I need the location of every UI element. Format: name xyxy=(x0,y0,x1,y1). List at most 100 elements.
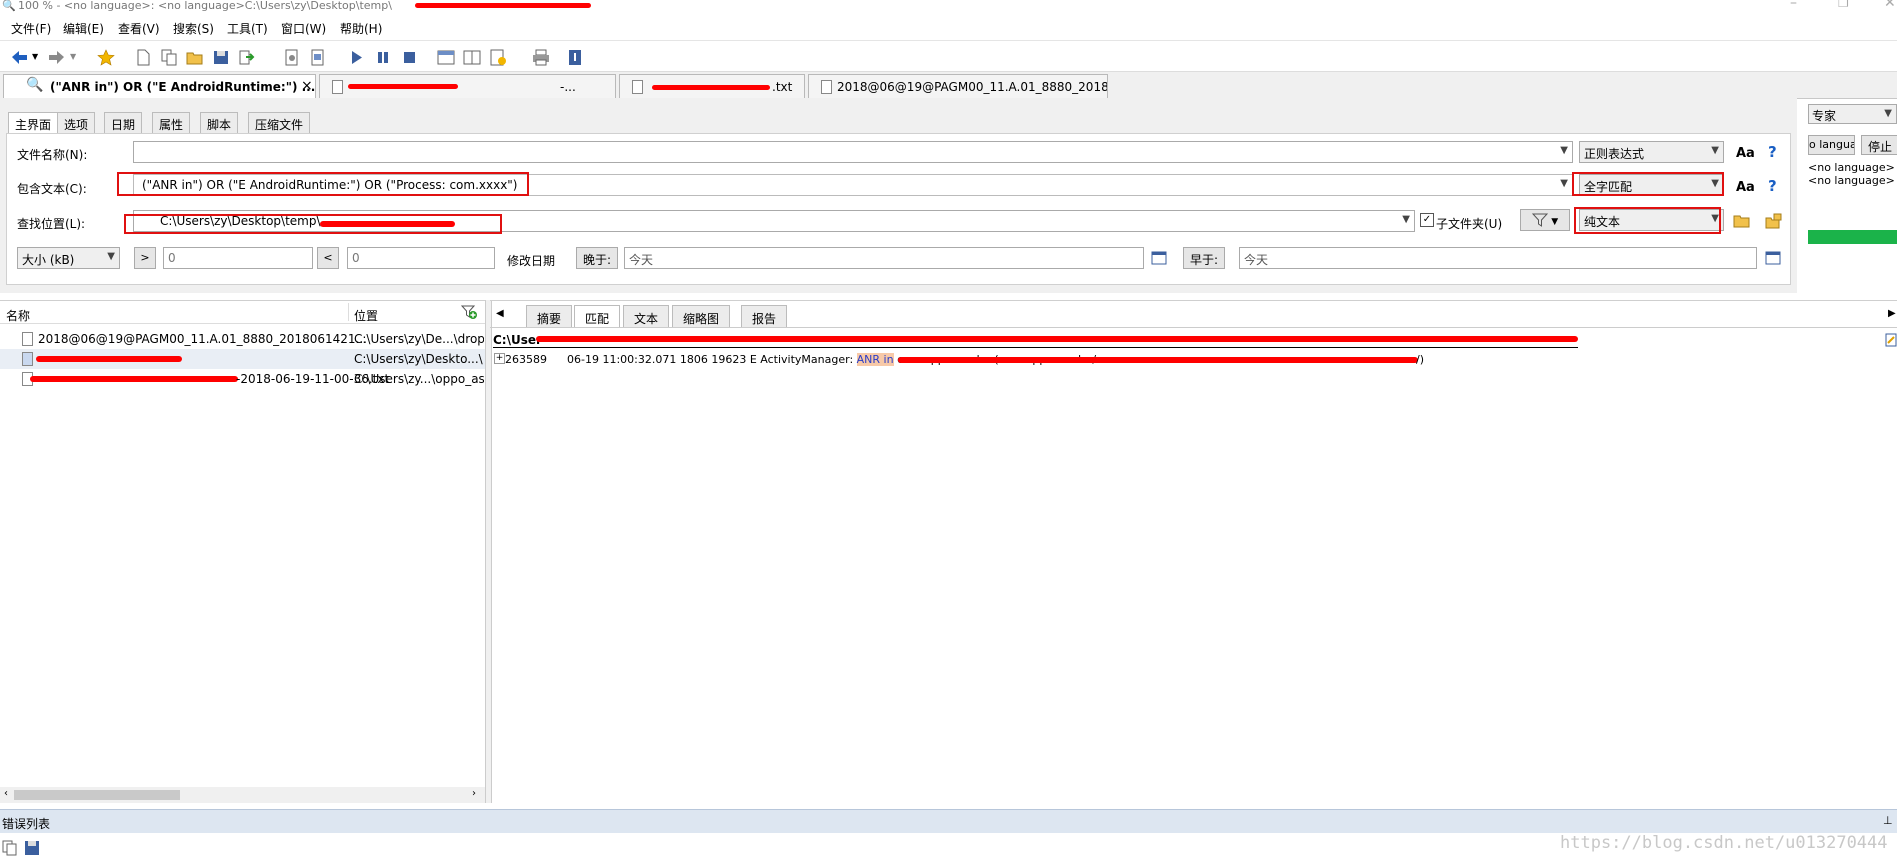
save-icon[interactable] xyxy=(212,49,230,66)
result-row[interactable]: 2018@06@19@PAGM00_11.A.01_8880_201806142… xyxy=(0,329,485,349)
file-icon xyxy=(22,352,33,366)
back-dropdown-icon[interactable]: ▼ xyxy=(32,52,38,61)
column-name-header[interactable]: 名称 xyxy=(6,307,30,324)
file-icon xyxy=(332,80,343,94)
filename-input[interactable]: ▼ xyxy=(133,141,1573,163)
error-list-title: 错误列表 xyxy=(2,817,51,831)
copy-icon[interactable] xyxy=(160,49,178,66)
match-line-end: /) xyxy=(1416,353,1424,366)
subtab-script[interactable]: 脚本 xyxy=(200,112,239,133)
subfolder-checkbox[interactable]: ✓ xyxy=(1420,213,1434,227)
filename-mode-select[interactable]: 正则表达式 ▼ xyxy=(1579,141,1724,163)
chevron-down-icon[interactable]: ▼ xyxy=(1560,178,1568,189)
pause-icon[interactable] xyxy=(374,49,392,66)
earlier-date-input[interactable]: 今天 xyxy=(1239,247,1757,269)
modified-date-label: 修改日期 xyxy=(507,254,556,268)
menu-file[interactable]: 文件(F) xyxy=(11,20,51,37)
document-settings-icon[interactable] xyxy=(283,49,301,66)
result-row[interactable]: -2018-06-19-11-00-36.txt C:\Users\zy...\… xyxy=(0,369,485,389)
forward-dropdown-icon[interactable]: ▼ xyxy=(70,52,76,61)
greater-than-button[interactable]: > xyxy=(134,247,156,269)
size-max-input[interactable]: 0 xyxy=(347,247,495,269)
export-icon[interactable] xyxy=(238,49,256,66)
app-icon: 🔍 xyxy=(2,0,16,12)
preview-tab-thumbnail[interactable]: 缩略图 xyxy=(672,305,731,327)
menu-window[interactable]: 窗口(W) xyxy=(281,20,326,37)
close-window-button[interactable]: ✕ xyxy=(1884,0,1896,11)
location-label: 查找位置(L): xyxy=(17,217,86,231)
preview-tab-matches[interactable]: 匹配 xyxy=(574,305,621,327)
filter-add-icon[interactable] xyxy=(461,304,477,320)
language-button[interactable]: o languag xyxy=(1808,135,1855,155)
scroll-left-icon[interactable]: ‹ xyxy=(4,788,8,799)
pin-icon[interactable]: ⊥ xyxy=(1883,814,1893,827)
match-case-icon[interactable]: Aa xyxy=(1736,146,1755,161)
scroll-tabs-right-icon[interactable]: ▶ xyxy=(1888,308,1896,319)
scroll-right-icon[interactable]: › xyxy=(472,788,476,799)
layout-split-icon[interactable] xyxy=(463,49,481,66)
book-help-icon[interactable] xyxy=(566,49,584,66)
copy-icon[interactable] xyxy=(2,840,18,856)
expand-icon[interactable]: + xyxy=(494,353,505,364)
options-list-icon[interactable] xyxy=(489,49,507,66)
document-view-icon[interactable] xyxy=(309,49,327,66)
result-location: C:\Users\zy\Deskto...\ xyxy=(354,352,483,366)
menu-help[interactable]: 帮助(H) xyxy=(340,20,382,37)
preview-tab-text[interactable]: 文本 xyxy=(623,305,670,327)
edit-pencil-icon[interactable] xyxy=(1885,333,1897,347)
language-status: <no language> xyxy=(1808,161,1895,174)
tab-file-2[interactable]: -... xyxy=(319,74,616,98)
help-icon[interactable]: ? xyxy=(1768,177,1777,195)
subtab-options[interactable]: 选项 xyxy=(57,112,96,133)
open-folder-icon[interactable] xyxy=(186,49,204,66)
menu-tools[interactable]: 工具(T) xyxy=(227,20,268,37)
preview-tab-report[interactable]: 报告 xyxy=(741,305,788,327)
subtab-main[interactable]: 主界面 xyxy=(8,112,59,134)
horizontal-scrollbar[interactable]: ‹ › xyxy=(0,787,485,803)
favorites-star-icon[interactable] xyxy=(97,49,115,66)
subtab-date[interactable]: 日期 xyxy=(104,112,143,133)
earlier-than-button[interactable]: 早于: xyxy=(1183,247,1225,269)
error-list-toolbar: https://blog.csdn.net/u013270444 xyxy=(0,833,1897,865)
calendar-icon[interactable] xyxy=(1765,250,1781,265)
tab-search-query[interactable]: 🔍 ("ANR in") OR ("E AndroidRuntime:") ..… xyxy=(3,74,316,99)
later-than-button[interactable]: 晚于: xyxy=(576,247,618,269)
menu-search[interactable]: 搜索(S) xyxy=(173,20,214,37)
less-than-button[interactable]: < xyxy=(317,247,339,269)
layout-panel-icon[interactable] xyxy=(437,49,455,66)
menu-edit[interactable]: 编辑(E) xyxy=(63,20,104,37)
scroll-tabs-left-icon[interactable]: ◀ xyxy=(496,308,504,319)
subtab-properties[interactable]: 属性 xyxy=(152,112,191,133)
mode-select[interactable]: 专家 ▼ xyxy=(1808,104,1897,124)
column-location-header[interactable]: 位置 xyxy=(354,307,378,324)
later-date-input[interactable]: 今天 xyxy=(624,247,1144,269)
stop-button[interactable]: 停止 xyxy=(1861,135,1897,155)
result-row[interactable]: C:\Users\zy\Deskto...\ xyxy=(0,349,485,369)
folder-options-icon[interactable] xyxy=(1765,213,1783,229)
chevron-down-icon[interactable]: ▼ xyxy=(1560,145,1568,156)
new-file-icon[interactable] xyxy=(134,49,152,66)
tab-android-log[interactable]: .txt xyxy=(619,74,805,98)
tab-pagm-file[interactable]: 2018@06@19@PAGM00_11.A.01_8880_2018... xyxy=(808,74,1108,98)
size-unit-select[interactable]: 大小 (kB) ▼ xyxy=(17,247,120,269)
save-icon[interactable] xyxy=(24,840,40,856)
filter-button[interactable]: ▼ xyxy=(1520,209,1570,231)
match-case-icon[interactable]: Aa xyxy=(1736,180,1755,195)
maximize-button[interactable]: ❐ xyxy=(1838,0,1849,10)
minimize-button[interactable]: – xyxy=(1790,0,1797,11)
stop-icon[interactable] xyxy=(401,49,419,66)
forward-arrow-icon[interactable] xyxy=(48,49,66,66)
start-search-play-icon[interactable] xyxy=(347,49,365,66)
scrollbar-thumb[interactable] xyxy=(14,790,180,800)
close-tab-icon[interactable]: × xyxy=(301,78,313,94)
print-icon[interactable] xyxy=(532,49,550,66)
browse-folder-icon[interactable] xyxy=(1733,213,1751,229)
back-arrow-icon[interactable] xyxy=(10,49,28,66)
help-icon[interactable]: ? xyxy=(1768,143,1777,161)
size-min-input[interactable]: 0 xyxy=(163,247,313,269)
preview-tab-summary[interactable]: 摘要 xyxy=(526,305,573,327)
menu-view[interactable]: 查看(V) xyxy=(118,20,160,37)
calendar-icon[interactable] xyxy=(1151,250,1167,265)
chevron-down-icon[interactable]: ▼ xyxy=(1402,214,1410,225)
subtab-archive[interactable]: 压缩文件 xyxy=(248,112,311,133)
